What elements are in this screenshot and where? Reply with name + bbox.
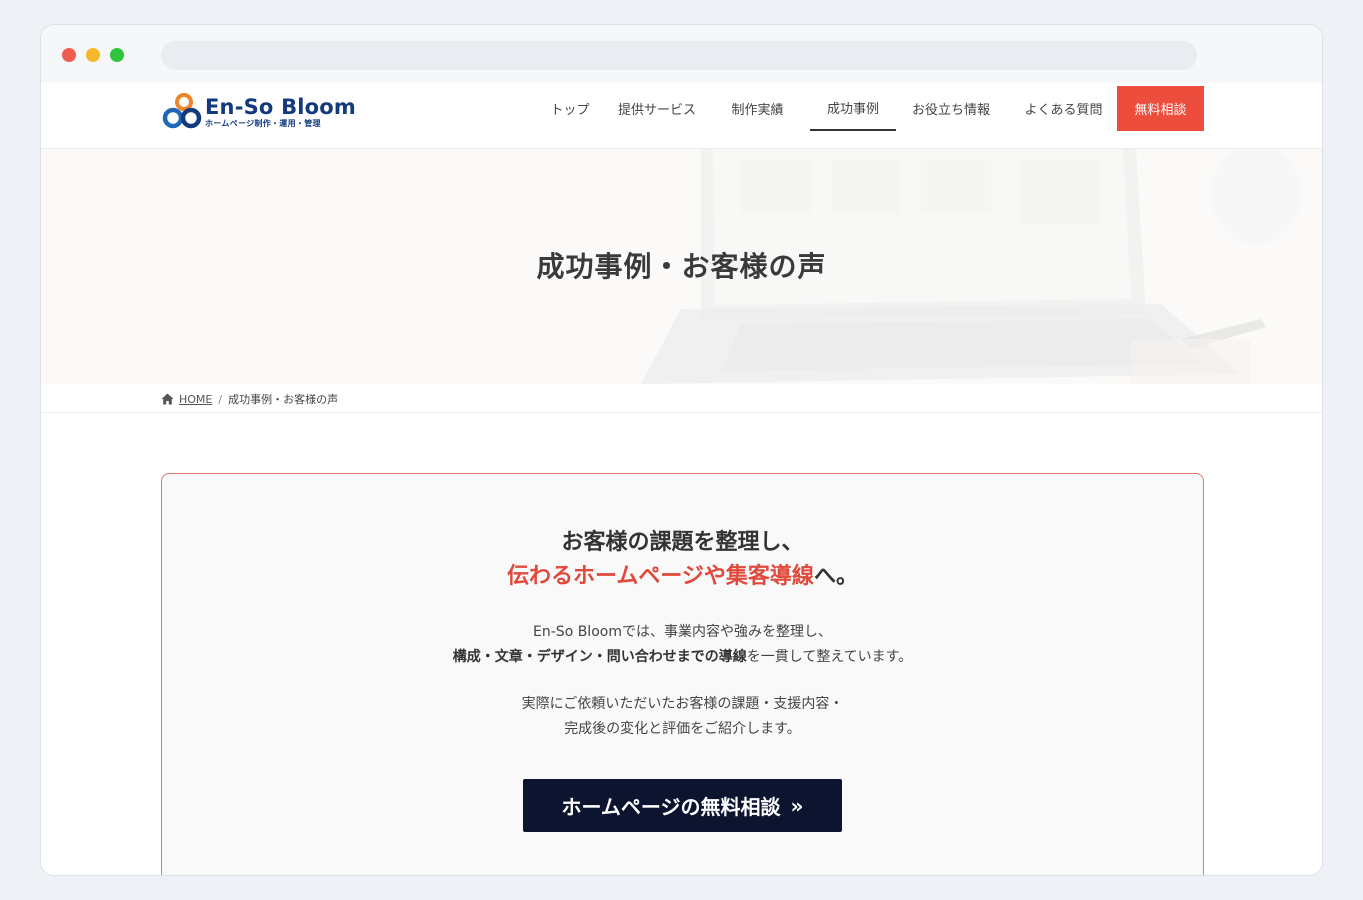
headline-tail: へ。: [813, 564, 858, 589]
breadcrumb-separator: /: [218, 392, 223, 406]
intro-paragraph-1-rest: を一貫して整えています。: [746, 649, 913, 665]
browser-window: En-So Bloom ホームページ制作・運用・管理 トップ 提供サービス 制作…: [40, 24, 1323, 876]
intro-bold-text: 構成・文章・デザイン・問い合わせまでの導線: [452, 649, 747, 665]
nav-item-useful-info[interactable]: お役立ち情報: [896, 85, 1006, 131]
breadcrumb: HOME / 成功事例・お客様の声: [41, 384, 1322, 413]
homepage-free-consultation-button[interactable]: ホームページの無料相談 »: [523, 779, 842, 832]
site-logo[interactable]: En-So Bloom ホームページ制作・運用・管理: [161, 91, 356, 133]
hero-banner: 成功事例・お客様の声: [41, 149, 1322, 384]
cta-button-label: ホームページの無料相談: [561, 795, 781, 819]
minimize-window-dot[interactable]: [86, 48, 100, 62]
breadcrumb-current: 成功事例・お客様の声: [228, 393, 339, 406]
nav-item-faq[interactable]: よくある質問: [1006, 85, 1121, 131]
main-nav: トップ 提供サービス 制作実績 成功事例 お役立ち情報 よくある質問: [531, 85, 1121, 131]
intro-headline: お客様の課題を整理し、 伝わるホームページや集客導線へ。: [162, 526, 1203, 594]
intro-paragraph-2-line-1: 実際にご依頼いただいたお客様の課題・支援内容・: [521, 696, 844, 712]
page-title: 成功事例・お客様の声: [536, 250, 827, 283]
maximize-window-dot[interactable]: [110, 48, 124, 62]
nav-item-top[interactable]: トップ: [531, 85, 609, 131]
headline-line-1: お客様の課題を整理し、: [561, 530, 804, 555]
address-bar[interactable]: [161, 41, 1197, 70]
logo-text: En-So Bloom ホームページ制作・運用・管理: [205, 94, 357, 129]
home-icon: [161, 393, 174, 405]
nav-item-success-cases[interactable]: 成功事例: [810, 85, 896, 131]
breadcrumb-home-link[interactable]: HOME: [179, 393, 212, 406]
close-window-dot[interactable]: [62, 48, 76, 62]
nav-item-works[interactable]: 制作実績: [705, 85, 810, 131]
intro-paragraph-2-line-2: 完成後の変化と評価をご紹介します。: [564, 721, 801, 737]
headline-accent: 伝わるホームページや集客導線: [507, 564, 814, 589]
intro-paragraph-2: 実際にご依頼いただいたお客様の課題・支援内容・ 完成後の変化と評価をご紹介します…: [162, 692, 1203, 742]
intro-paragraph-1-line-1: En-So Bloomでは、事業内容や強みを整理し、: [533, 624, 832, 640]
intro-paragraph-1-line-2: 構成・文章・デザイン・問い合わせまでの導線を一貫して整えています。: [162, 645, 1203, 670]
intro-card: お客様の課題を整理し、 伝わるホームページや集客導線へ。 En-So Bloom…: [161, 473, 1204, 875]
browser-chrome: [41, 25, 1322, 83]
logo-title: En-So Bloom: [205, 94, 357, 119]
logo-subtitle: ホームページ制作・運用・管理: [205, 118, 321, 128]
nav-item-services[interactable]: 提供サービス: [609, 85, 705, 131]
free-consultation-nav-button[interactable]: 無料相談: [1117, 86, 1204, 131]
chevron-double-right-icon: »: [790, 793, 804, 818]
headline-line-2: 伝わるホームページや集客導線へ。: [162, 560, 1203, 594]
logo-mark-icon: [162, 93, 202, 129]
website-viewport: En-So Bloom ホームページ制作・運用・管理 トップ 提供サービス 制作…: [41, 83, 1322, 875]
intro-paragraph-1: En-So Bloomでは、事業内容や強みを整理し、 構成・文章・デザイン・問い…: [162, 620, 1203, 670]
site-header: En-So Bloom ホームページ制作・運用・管理 トップ 提供サービス 制作…: [41, 83, 1322, 149]
